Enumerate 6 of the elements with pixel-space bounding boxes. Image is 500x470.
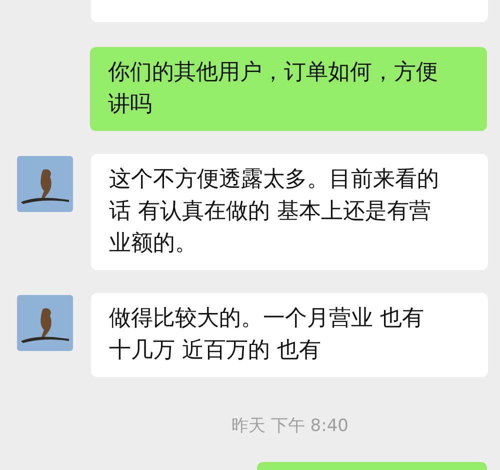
message-bubble: 这个不方便透露太多。目前来看的 话 有认真在做的 基本上还是有营 业额的。 <box>91 154 488 270</box>
avatar-bird-drawing[interactable] <box>17 156 73 212</box>
message-time: 昨天 下午 8:40 <box>232 415 348 437</box>
avatar-bird-drawing[interactable] <box>17 295 73 351</box>
message-bubble: 你们的其他用户，订单如何，方便 讲吗 <box>90 47 487 131</box>
message-bubble: 做得比较大的。一个月营业 也有 十几万 近百万的 也有 <box>91 293 488 377</box>
